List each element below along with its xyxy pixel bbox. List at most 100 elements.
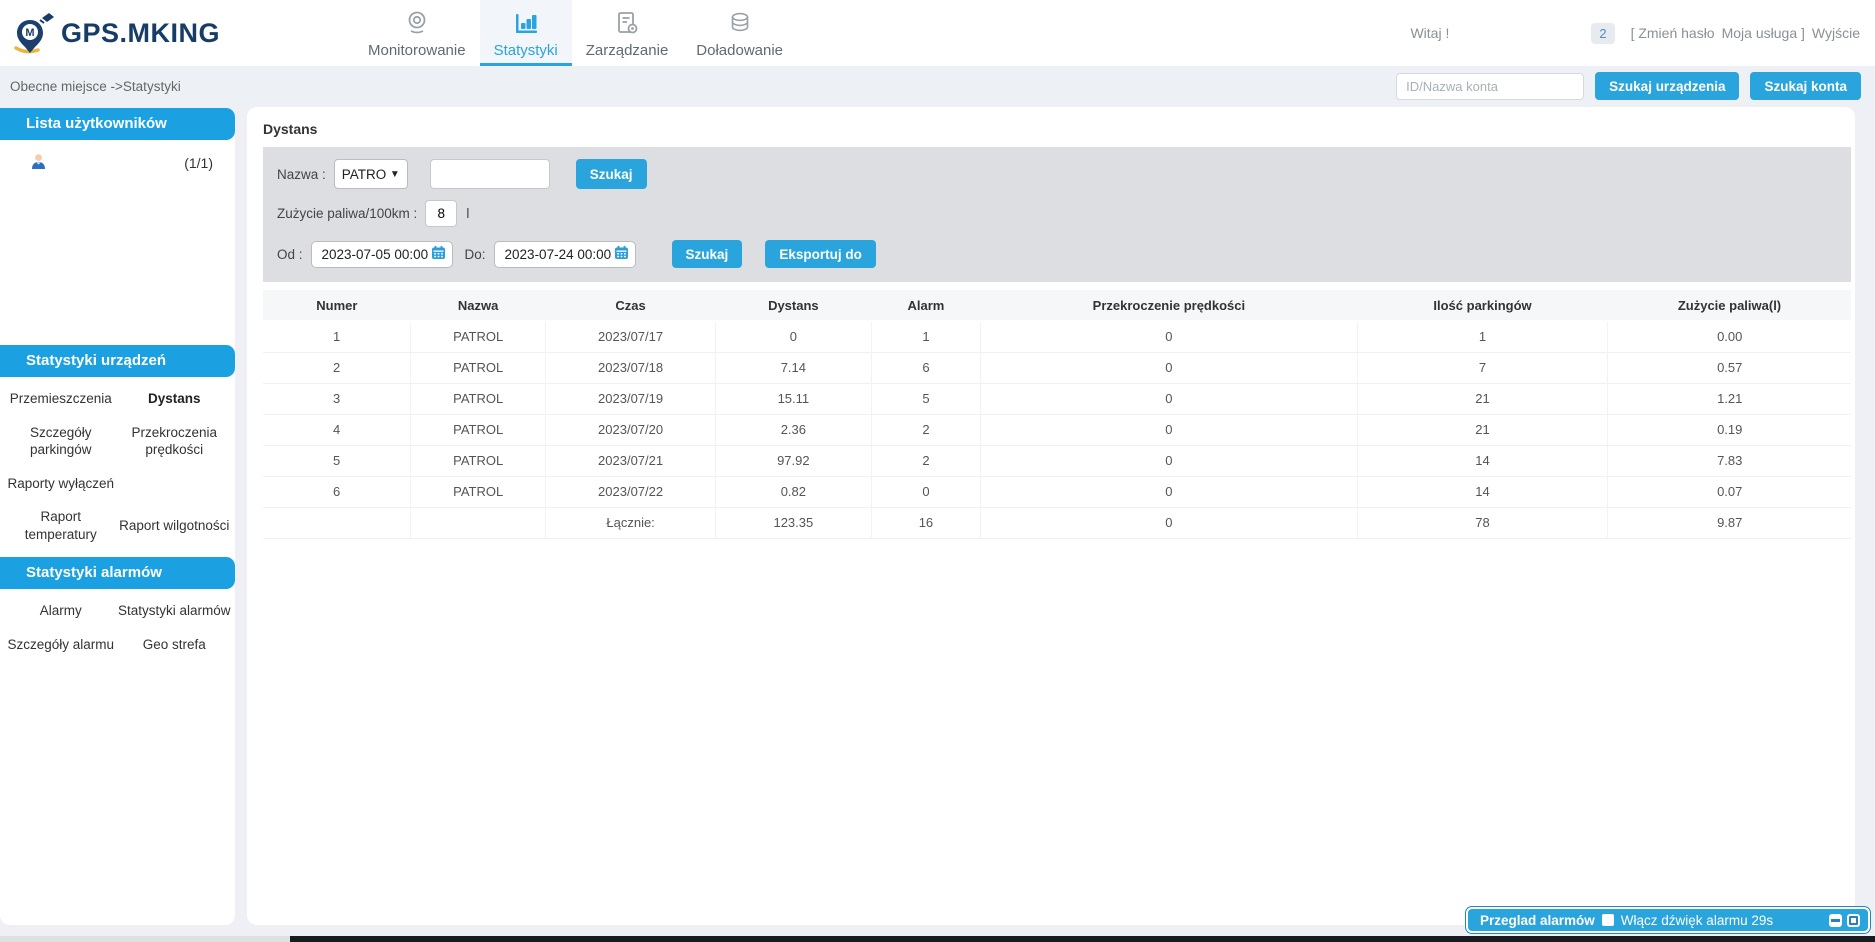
user-list-item[interactable]: (1/1) [0, 140, 235, 173]
change-password-link[interactable]: [ Zmień hasło [1631, 25, 1715, 41]
table-cell: 0 [980, 444, 1358, 476]
from-date-input[interactable]: 2023-07-05 00:00 [310, 240, 453, 268]
table-cell: 7.14 [715, 351, 872, 383]
table-cell: 0 [980, 382, 1358, 414]
sidebar-item-przemieszczenia[interactable]: Przemieszczenia [4, 390, 118, 408]
table-cell: 0 [980, 413, 1358, 445]
calendar-icon[interactable] [614, 245, 629, 263]
account-search-group: Szukaj urządzenia Szukaj konta [1396, 72, 1861, 100]
alarm-stats-menu: Alarmy Statystyki alarmów Szczegóły alar… [0, 589, 235, 667]
alarm-stats-header: Statystyki alarmów [0, 557, 235, 590]
calendar-icon[interactable] [431, 245, 446, 263]
table-cell: 0.57 [1607, 351, 1851, 383]
distance-table-body: 1 PATROL 2023/07/17 0 1 0 1 0.00 2 PATROL 2023/07/… [263, 320, 1851, 539]
table-cell: 0 [980, 351, 1358, 383]
tab-statystyki[interactable]: Statystyki [479, 0, 572, 66]
table-cell: 2023/07/21 [545, 444, 716, 476]
breadcrumb-bar: Obecne miejsce ->Statystyki Szukaj urząd… [0, 66, 1875, 106]
header-right: Witaj ! 2 [ Zmień hasło Moja usługa ] Wy… [1410, 0, 1875, 66]
table-cell: 2023/07/22 [545, 475, 716, 507]
name-select[interactable]: PATRO ▼ [333, 159, 408, 189]
sidebar-item-statystyki-alarmow[interactable]: Statystyki alarmów [118, 602, 232, 620]
notification-badge[interactable]: 2 [1591, 22, 1615, 44]
sidebar-item-geo-strefa[interactable]: Geo strefa [118, 636, 232, 654]
tab-monitorowanie[interactable]: Monitorowanie [354, 0, 480, 66]
search-account-button[interactable]: Szukaj konta [1750, 72, 1861, 100]
logout-link[interactable]: Wyjście [1812, 25, 1860, 41]
table-cell: 16 [870, 506, 981, 539]
account-search-input[interactable] [1396, 72, 1585, 100]
sidebar-item-raport-wilgotnosci[interactable]: Raport wilgotności [118, 517, 232, 535]
table-cell: 21 [1356, 382, 1608, 414]
date-search-button[interactable]: Szukaj [671, 240, 743, 268]
restore-window-icon[interactable] [1847, 913, 1860, 927]
to-label: Do: [464, 246, 486, 262]
my-service-link[interactable]: Moja usługa ] [1722, 25, 1805, 41]
table-cell: 4 [263, 413, 411, 445]
table-cell: 78 [1356, 506, 1608, 539]
sidebar-item-raport-temperatury[interactable]: Raport temperatury [4, 508, 118, 543]
from-date-value: 2023-07-05 00:00 [321, 246, 429, 262]
table-cell: 0.19 [1607, 413, 1851, 445]
tab-zarzadzanie[interactable]: Zarządzanie [572, 0, 683, 66]
table-cell: 1.21 [1607, 382, 1851, 414]
table-cell [410, 506, 546, 539]
name-label: Nazwa : [277, 166, 326, 182]
tab-label: Doładowanie [696, 42, 784, 59]
table-row: 1 PATROL 2023/07/17 0 1 0 1 0.00 [263, 320, 1851, 352]
user-avatar-icon [30, 153, 47, 173]
main-panel: Dystans Nazwa : PATRO ▼ Szukaj Zużycie p… [247, 107, 1855, 925]
col-ilosc-parkingow: Ilość parkingów [1357, 290, 1608, 322]
device-stats-menu: Przemieszczenia Dystans Szczegóły parkin… [0, 377, 235, 557]
col-nazwa: Nazwa [410, 290, 546, 322]
users-list: (1/1) [0, 140, 235, 345]
table-row: 5 PATROL 2023/07/21 97.92 2 0 14 7.83 [263, 444, 1851, 476]
header-links: [ Zmień hasło Moja usługa ] Wyjście [1631, 25, 1860, 41]
minimize-icon[interactable] [1829, 913, 1842, 927]
table-cell: 0 [980, 320, 1358, 352]
search-device-button[interactable]: Szukaj urządzenia [1595, 72, 1740, 100]
table-cell: 1 [1356, 320, 1608, 352]
bottom-edge-strip-left [0, 936, 290, 942]
table-cell [263, 506, 411, 539]
sidebar-item-dystans[interactable]: Dystans [118, 390, 232, 408]
table-cell: Łącznie: [545, 506, 716, 539]
coins-icon [727, 9, 753, 37]
logo: M GPS.MKING [0, 0, 242, 66]
device-stats-header: Statystyki urządzeń [0, 345, 235, 377]
sidebar-item-szczegoly-alarmu[interactable]: Szczegóły alarmu [4, 636, 118, 654]
table-cell: 6 [870, 351, 981, 383]
sidebar-item-alarmy[interactable]: Alarmy [4, 602, 118, 620]
table-cell: PATROL [410, 382, 546, 414]
table-row: 6 PATROL 2023/07/22 0.82 0 0 14 0.07 [263, 475, 1851, 507]
alarm-review-bar[interactable]: Przeglad alarmów Włącz dźwięk alarmu 29s [1466, 907, 1870, 933]
table-cell: 14 [1356, 475, 1608, 507]
name-filter-input[interactable] [429, 159, 550, 189]
tab-label: Statystyki [493, 42, 558, 59]
table-cell: 0.00 [1607, 320, 1851, 352]
col-numer: Numer [263, 290, 411, 322]
main-nav: Monitorowanie Statystyki Zarządzanie Doł… [354, 0, 797, 66]
col-zuzycie-paliwa: Zużycie paliwa(l) [1607, 290, 1851, 322]
table-cell: 123.35 [715, 506, 872, 539]
table-cell: PATROL [410, 444, 546, 476]
sidebar-item-raporty-wylaczen[interactable]: Raporty wyłączeń [4, 475, 118, 493]
tab-doladowanie[interactable]: Doładowanie [682, 0, 797, 66]
table-cell: 2023/07/17 [545, 320, 716, 352]
to-date-input[interactable]: 2023-07-24 00:00 [493, 240, 636, 268]
table-cell: 7.83 [1607, 444, 1851, 476]
bar-chart-icon [513, 9, 539, 37]
webcam-icon [404, 9, 430, 37]
name-search-button[interactable]: Szukaj [575, 159, 647, 189]
alarm-sound-checkbox[interactable] [1601, 914, 1614, 926]
table-row: 3 PATROL 2023/07/19 15.11 5 0 21 1.21 [263, 382, 1851, 414]
table-cell: 2023/07/19 [545, 382, 716, 414]
col-przekroczenie: Przekroczenie prędkości [980, 290, 1358, 322]
fuel-input[interactable] [425, 200, 458, 227]
table-cell: 0 [870, 475, 981, 507]
sidebar-item-szczegoly-parkingow[interactable]: Szczegóły parkingów [4, 424, 118, 459]
sidebar-item-przekroczenia-predkosci[interactable]: Przekroczenia prędkości [118, 424, 232, 459]
user-count: (1/1) [184, 155, 213, 171]
table-cell: PATROL [410, 320, 546, 352]
export-button[interactable]: Eksportuj do [765, 240, 876, 268]
